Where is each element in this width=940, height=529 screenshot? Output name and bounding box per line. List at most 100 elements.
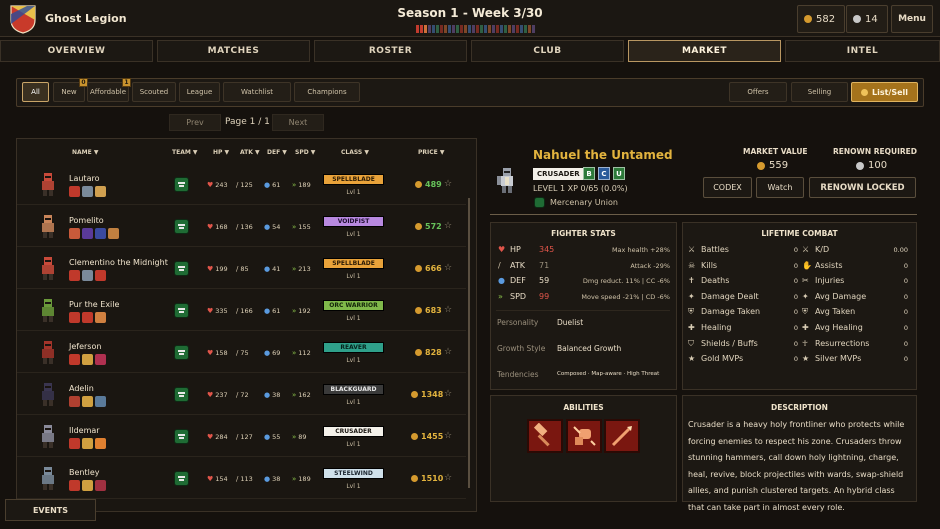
list-sell-button[interactable]: List/Sell <box>851 82 918 102</box>
player-name[interactable]: Pomelito <box>69 216 104 225</box>
codex-button[interactable]: CODEX <box>703 177 752 198</box>
prev-page-button[interactable]: Prev <box>169 114 221 131</box>
header-atk[interactable]: ATK ▼ <box>240 149 260 156</box>
skill-icon[interactable] <box>69 312 80 323</box>
skill-icon[interactable] <box>82 228 93 239</box>
def-icon: ● <box>264 265 271 273</box>
player-name[interactable]: Pur the Exile <box>69 300 119 309</box>
tab-roster[interactable]: ROSTER <box>314 40 467 62</box>
skill-icon[interactable] <box>82 354 93 365</box>
hammer-icon[interactable] <box>527 419 563 453</box>
header-name[interactable]: NAME ▼ <box>72 149 98 156</box>
stat-value: 59 <box>539 276 550 285</box>
skill-icon[interactable] <box>95 480 106 491</box>
skill-icon[interactable] <box>95 312 106 323</box>
header-def[interactable]: DEF ▼ <box>267 149 287 156</box>
skill-icon[interactable] <box>69 186 80 197</box>
filter-champions-button[interactable]: Champions <box>294 82 360 102</box>
renown-locked-button[interactable]: RENOWN LOCKED <box>809 177 916 198</box>
atk-value: 125 <box>240 181 253 189</box>
skill-icon[interactable] <box>82 438 93 449</box>
personality-label: Personality <box>497 318 539 327</box>
skill-icon[interactable] <box>95 354 106 365</box>
character-sprite <box>37 255 59 281</box>
header-class[interactable]: CLASS ▼ <box>341 149 369 156</box>
week-marker <box>448 25 451 33</box>
watch-button[interactable]: Watch <box>756 177 804 198</box>
selling-button[interactable]: Selling <box>791 82 848 102</box>
header-team[interactable]: TEAM ▼ <box>172 149 198 156</box>
skill-icon[interactable] <box>82 270 93 281</box>
filter-all-button[interactable]: All <box>22 82 49 102</box>
stat-note: Max health +28% <box>611 246 670 254</box>
watch-star-icon[interactable]: ☆ <box>444 347 452 357</box>
skill-icon[interactable] <box>95 396 106 407</box>
stat-def: ● 54 <box>264 223 280 231</box>
tab-intel[interactable]: INTEL <box>785 40 940 62</box>
filter-scouted-button[interactable]: Scouted <box>132 82 176 102</box>
player-name[interactable]: Adelin <box>69 384 94 393</box>
atk-value: 113 <box>240 475 253 483</box>
market-value-label: MARKET VALUE <box>743 147 808 156</box>
skill-icon[interactable] <box>108 228 119 239</box>
filter-watchlist-button[interactable]: Watchlist <box>223 82 291 102</box>
skill-icon[interactable] <box>69 396 80 407</box>
offers-button[interactable]: Offers <box>729 82 787 102</box>
gold-amount: 582 <box>816 13 836 25</box>
lifetime-stat-value: 0 <box>903 292 908 301</box>
week-marker <box>468 25 471 33</box>
skill-icon[interactable] <box>69 438 80 449</box>
watch-star-icon[interactable]: ☆ <box>444 473 452 483</box>
skill-icon[interactable] <box>82 480 93 491</box>
events-button[interactable]: EVENTS <box>5 499 96 521</box>
gold-coin-icon <box>415 181 422 188</box>
spear-icon[interactable] <box>604 419 640 453</box>
skill-icons <box>69 480 106 491</box>
skill-icon[interactable] <box>69 270 80 281</box>
fist-icon[interactable] <box>566 419 602 453</box>
class-level: Lvl 1 <box>346 273 361 280</box>
stat-note: Attack -29% <box>630 261 670 270</box>
tab-matches[interactable]: MATCHES <box>157 40 310 62</box>
watch-star-icon[interactable]: ☆ <box>444 389 452 399</box>
watch-star-icon[interactable]: ☆ <box>444 221 452 231</box>
stat-spd: » 189 <box>292 475 311 483</box>
watch-star-icon[interactable]: ☆ <box>444 263 452 273</box>
skill-icon[interactable] <box>82 312 93 323</box>
skill-icon[interactable] <box>95 228 106 239</box>
lifetime-stat-icon: ★ <box>688 354 696 364</box>
next-page-button[interactable]: Next <box>272 114 324 131</box>
watch-star-icon[interactable]: ☆ <box>444 431 452 441</box>
table-scrollbar[interactable] <box>468 198 470 488</box>
skill-icon[interactable] <box>95 270 106 281</box>
tab-overview[interactable]: OVERVIEW <box>0 40 153 62</box>
week-marker <box>472 25 475 33</box>
skill-icon[interactable] <box>82 186 93 197</box>
team-icon <box>534 197 545 208</box>
skill-icon[interactable] <box>69 354 80 365</box>
skill-icons <box>69 354 106 365</box>
personality-value: Duelist <box>557 318 584 327</box>
skill-icon[interactable] <box>82 396 93 407</box>
tab-market[interactable]: MARKET <box>628 40 781 62</box>
skill-icon[interactable] <box>95 438 106 449</box>
menu-button[interactable]: Menu <box>891 5 933 33</box>
player-name[interactable]: Jeferson <box>69 342 101 351</box>
player-name[interactable]: Bentley <box>69 468 100 477</box>
week-marker <box>428 25 431 33</box>
skill-icon[interactable] <box>95 186 106 197</box>
tab-club[interactable]: CLUB <box>471 40 624 62</box>
header-price[interactable]: PRICE ▼ <box>418 149 444 156</box>
watch-star-icon[interactable]: ☆ <box>444 179 452 189</box>
player-name[interactable]: Ildemar <box>69 426 100 435</box>
watch-star-icon[interactable]: ☆ <box>444 305 452 315</box>
player-name[interactable]: Clementino the Midnight <box>69 258 168 267</box>
skill-icon[interactable] <box>69 480 80 491</box>
filter-league-button[interactable]: League <box>179 82 220 102</box>
hp-icon: ♥ <box>207 433 214 441</box>
skill-icon[interactable] <box>69 228 80 239</box>
team-icon <box>174 303 189 318</box>
header-spd[interactable]: SPD ▼ <box>295 149 315 156</box>
player-name[interactable]: Lautaro <box>69 174 99 183</box>
header-hp[interactable]: HP ▼ <box>213 149 229 156</box>
